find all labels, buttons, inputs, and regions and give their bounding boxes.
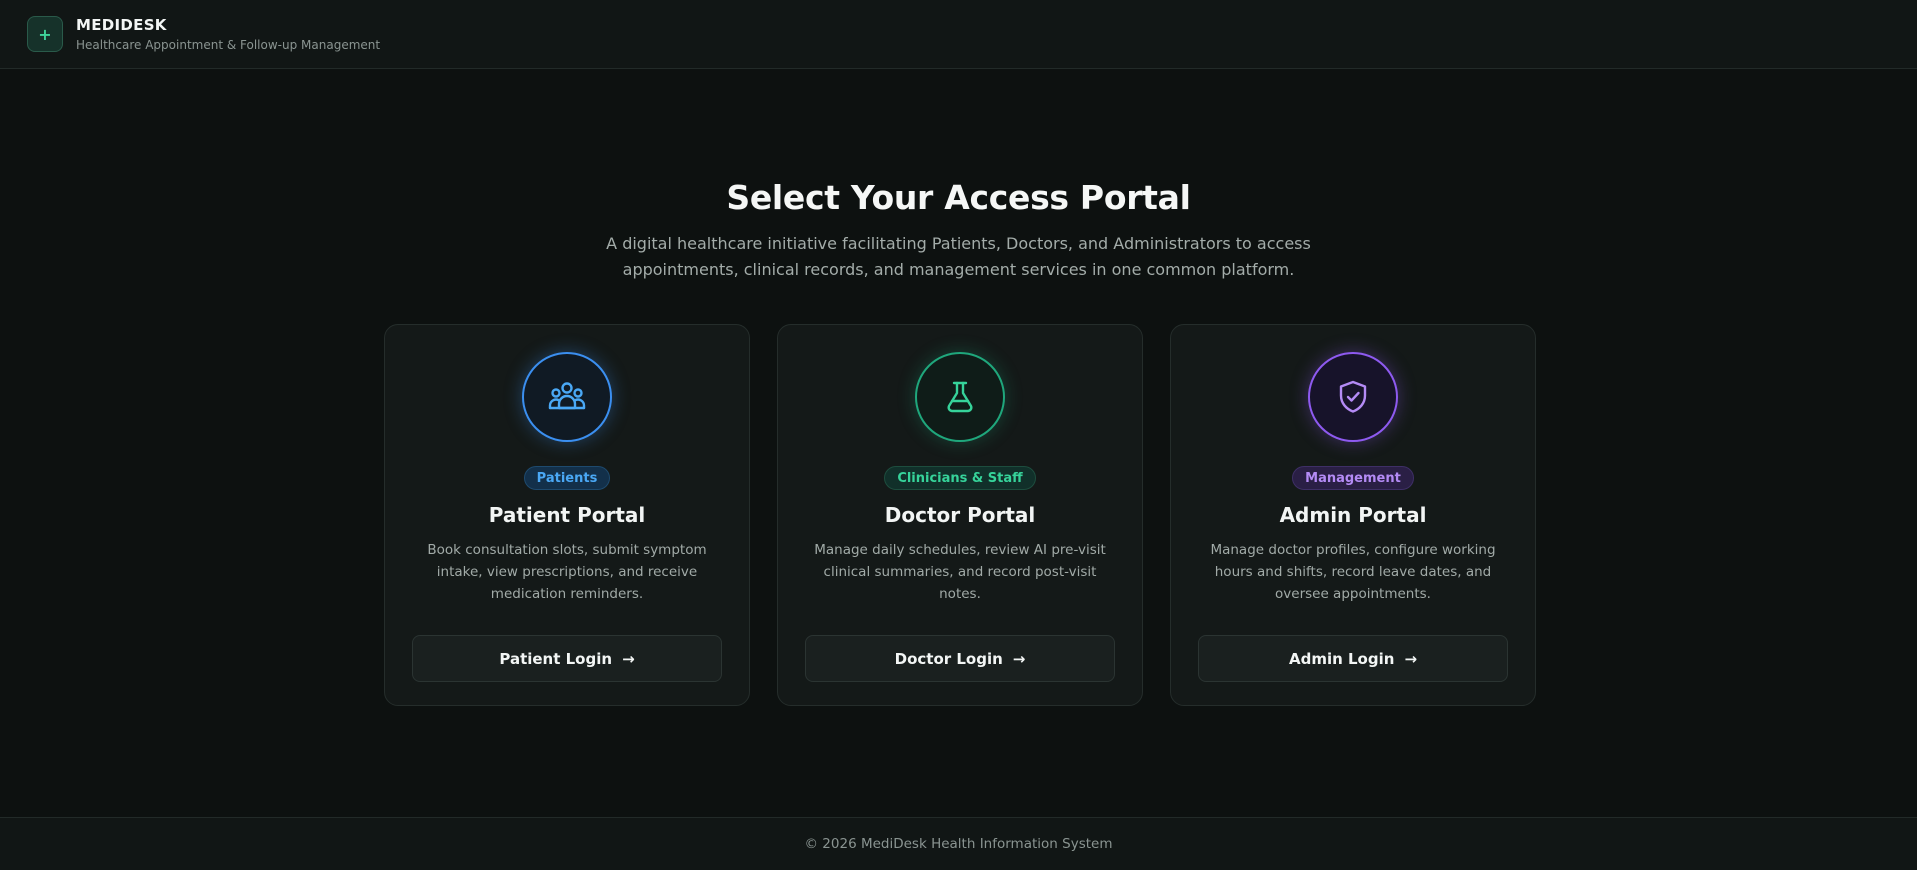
patient-login-button[interactable]: Patient Login →	[412, 635, 722, 682]
brand-block: MEDIDESK Healthcare Appointment & Follow…	[76, 16, 380, 52]
page-title: Select Your Access Portal	[726, 178, 1191, 217]
hero-section: Select Your Access Portal A digital heal…	[0, 178, 1917, 283]
flask-icon	[915, 352, 1005, 442]
management-badge: Management	[1292, 466, 1414, 490]
patient-portal-title: Patient Portal	[488, 503, 646, 527]
brand-name: MEDIDESK	[76, 16, 167, 34]
admin-portal-card: Management Admin Portal Manage doctor pr…	[1170, 324, 1536, 706]
doctor-portal-description: Manage daily schedules, review AI pre-vi…	[814, 542, 1106, 602]
admin-portal-description: Manage doctor profiles, configure workin…	[1210, 542, 1496, 602]
admin-portal-title: Admin Portal	[1279, 503, 1427, 527]
brand-subtitle: Healthcare Appointment & Follow-up Manag…	[76, 38, 381, 52]
users-group-icon	[522, 352, 612, 442]
doctor-login-button[interactable]: Doctor Login →	[805, 635, 1115, 682]
patient-portal-card: Patients Patient Portal Book consultatio…	[384, 324, 750, 706]
page-description: A digital healthcare initiative facilita…	[606, 234, 1311, 279]
doctor-login-label: Doctor Login	[894, 649, 1003, 668]
arrow-right-icon: →	[1404, 649, 1418, 668]
patient-login-label: Patient Login	[499, 649, 613, 668]
patient-portal-description: Book consultation slots, submit symptom …	[427, 542, 707, 602]
medical-cross-icon: +	[27, 16, 63, 52]
portal-cards: Patients Patient Portal Book consultatio…	[384, 324, 1536, 706]
doctor-portal-title: Doctor Portal	[884, 503, 1036, 527]
admin-login-button[interactable]: Admin Login →	[1198, 635, 1508, 682]
doctor-portal-card: Clinicians & Staff Doctor Portal Manage …	[777, 324, 1143, 706]
arrow-right-icon: →	[1012, 649, 1026, 668]
copyright-text: © 2026 MediDesk Health Information Syste…	[804, 836, 1113, 852]
arrow-right-icon: →	[622, 649, 635, 668]
app-header: + MEDIDESK Healthcare Appointment & Foll…	[0, 0, 1917, 69]
shield-check-icon	[1308, 352, 1398, 442]
patients-badge: Patients	[523, 466, 611, 490]
clinicians-staff-badge: Clinicians & Staff	[884, 466, 1036, 490]
admin-login-label: Admin Login	[1288, 649, 1395, 668]
app-footer: © 2026 MediDesk Health Information Syste…	[0, 817, 1917, 870]
